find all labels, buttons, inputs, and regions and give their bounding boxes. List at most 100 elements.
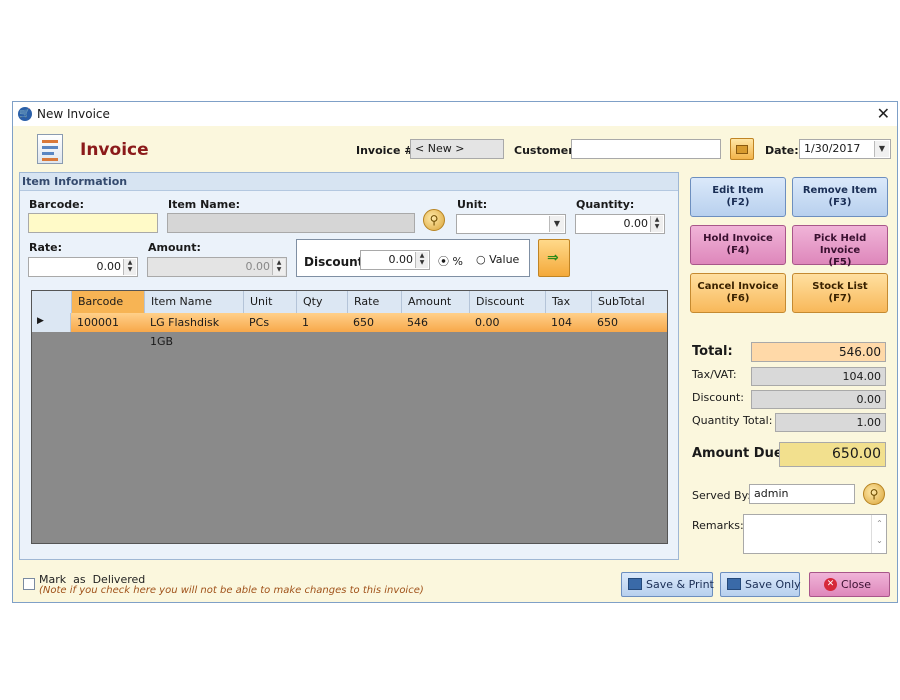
window-title: New Invoice (37, 107, 110, 121)
remove-item-shortcut: (F3) (828, 197, 852, 208)
row-header[interactable]: ▶ (32, 313, 71, 332)
table-row[interactable]: ▶ 100001 LG Flashdisk 1GB PCs 1 650 546 … (32, 313, 667, 348)
remarks-scrollbar[interactable]: ⌃ ⌄ (871, 515, 887, 553)
rate-stepper[interactable]: 0.00 ▲ ▼ (28, 257, 138, 277)
edit-item-button[interactable]: Edit Item (F2) (690, 177, 786, 217)
amount-due-value: 650.00 (779, 442, 886, 467)
unit-select[interactable]: ▼ (456, 214, 566, 234)
cell-tax[interactable]: 104 (545, 313, 591, 332)
invoice-number-label: Invoice #: (356, 144, 418, 157)
cancel-invoice-button[interactable]: Cancel Invoice (F6) (690, 273, 786, 313)
quantity-label: Quantity: (576, 198, 635, 211)
served-by-input[interactable]: admin (749, 484, 855, 504)
close-window-icon[interactable]: ✕ (877, 104, 890, 123)
rate-label: Rate: (29, 241, 63, 254)
tax-vat-value: 104.00 (751, 367, 886, 386)
date-picker[interactable]: 1/30/2017 ▼ (799, 139, 891, 159)
customer-label: Customer: (514, 144, 579, 157)
stock-list-label: Stock List (812, 281, 868, 292)
page-title: Invoice (80, 140, 149, 160)
barcode-label: Barcode: (29, 198, 85, 211)
floppy-icon (727, 578, 741, 590)
stock-list-button[interactable]: Stock List (F7) (792, 273, 888, 313)
cell-subtotal[interactable]: 650 (591, 313, 667, 332)
amount-label: Amount: (148, 241, 201, 254)
floppy-icon (628, 578, 642, 590)
save-only-button[interactable]: Save Only (720, 572, 801, 597)
quantity-total-value: 1.00 (775, 413, 886, 432)
current-row-indicator-icon: ▶ (37, 316, 44, 326)
column-header-unit[interactable]: Unit (243, 291, 296, 313)
pick-held-invoice-shortcut: (F5) (828, 257, 852, 268)
grid-corner[interactable] (32, 291, 71, 313)
cell-qty[interactable]: 1 (296, 313, 347, 332)
cell-item-name[interactable]: LG Flashdisk 1GB (144, 313, 243, 348)
discount-stepper[interactable]: 0.00 ▲ ▼ (360, 250, 430, 270)
grid-header: Barcode Item Name Unit Qty Rate Amount D… (32, 291, 667, 314)
discount-total-value: 0.00 (751, 390, 886, 409)
item-information-header: Item Information (20, 173, 678, 191)
close-circle-icon: ✕ (824, 577, 837, 591)
value-radio[interactable]: ○ Value (476, 253, 519, 266)
served-by-search-icon[interactable]: ⚲ (863, 483, 885, 505)
hold-invoice-shortcut: (F4) (726, 245, 750, 256)
close-button[interactable]: ✕ Close (809, 572, 890, 597)
save-print-button[interactable]: Save & Print (621, 572, 714, 597)
column-header-amount[interactable]: Amount (401, 291, 469, 313)
cell-unit[interactable]: PCs (243, 313, 296, 332)
chevron-down-icon[interactable]: ▼ (874, 141, 889, 157)
cancel-invoice-shortcut: (F6) (726, 293, 750, 304)
customer-input[interactable] (571, 139, 721, 159)
cell-barcode[interactable]: 100001 (71, 313, 144, 332)
delivered-note: (Note if you check here you will not be … (39, 585, 424, 596)
remarks-textarea[interactable] (743, 514, 887, 554)
arrow-right-icon: ⇒ (547, 250, 559, 266)
quantity-value: 0.00 (623, 217, 649, 230)
item-name-input[interactable] (167, 213, 415, 233)
pick-held-invoice-button[interactable]: Pick Held Invoice (F5) (792, 225, 888, 268)
total-label: Total: (692, 344, 733, 359)
cell-rate[interactable]: 650 (347, 313, 401, 332)
item-information-panel: Item Information Barcode: Item Name: ⚲ U… (19, 172, 679, 560)
column-header-discount[interactable]: Discount (469, 291, 545, 313)
folder-icon (736, 145, 748, 154)
discount-total-label: Discount: (692, 391, 744, 404)
date-label: Date: (765, 144, 799, 157)
customer-lookup-button[interactable] (730, 138, 754, 160)
chevron-down-icon[interactable]: ▼ (549, 216, 564, 232)
amount-stepper: 0.00 ▲ ▼ (147, 257, 287, 277)
pick-held-invoice-label: Pick Held Invoice (813, 233, 867, 256)
item-search-icon[interactable]: ⚲ (423, 209, 445, 231)
column-header-barcode[interactable]: Barcode (71, 291, 144, 313)
quantity-stepper[interactable]: 0.00 ▲ ▼ (575, 214, 665, 234)
cell-discount[interactable]: 0.00 (469, 313, 545, 332)
spin-arrows-icon[interactable]: ▲ ▼ (650, 216, 663, 232)
close-label: Close (841, 578, 871, 591)
remove-item-label: Remove Item (802, 185, 878, 196)
total-value: 546.00 (751, 342, 886, 362)
cell-amount[interactable]: 546 (401, 313, 469, 332)
percent-radio[interactable]: ⦿ % (438, 253, 463, 269)
title-bar: 🛒 New Invoice ✕ (13, 102, 897, 126)
edit-item-shortcut: (F2) (726, 197, 750, 208)
column-header-qty[interactable]: Qty (296, 291, 347, 313)
discount-group: Discount: 0.00 ▲ ▼ ⦿ % ○ Value (296, 239, 530, 277)
column-header-item-name[interactable]: Item Name (144, 291, 243, 313)
stock-list-shortcut: (F7) (828, 293, 852, 304)
item-name-label: Item Name: (168, 198, 241, 211)
column-header-tax[interactable]: Tax (545, 291, 591, 313)
served-by-label: Served By: (692, 489, 751, 502)
remarks-label: Remarks: (692, 519, 744, 532)
invoice-items-grid[interactable]: Barcode Item Name Unit Qty Rate Amount D… (31, 290, 668, 544)
remove-item-button[interactable]: Remove Item (F3) (792, 177, 888, 217)
hold-invoice-button[interactable]: Hold Invoice (F4) (690, 225, 786, 265)
barcode-input[interactable] (28, 213, 158, 233)
amount-value: 0.00 (245, 260, 271, 273)
column-header-subtotal[interactable]: SubTotal (591, 291, 667, 313)
save-only-label: Save Only (745, 578, 801, 591)
column-header-rate[interactable]: Rate (347, 291, 401, 313)
spin-arrows-icon[interactable]: ▲ ▼ (123, 259, 136, 275)
spin-arrows-icon[interactable]: ▲ ▼ (415, 252, 428, 268)
mark-delivered-checkbox[interactable] (23, 578, 35, 590)
add-item-button[interactable]: ⇒ (538, 239, 570, 277)
